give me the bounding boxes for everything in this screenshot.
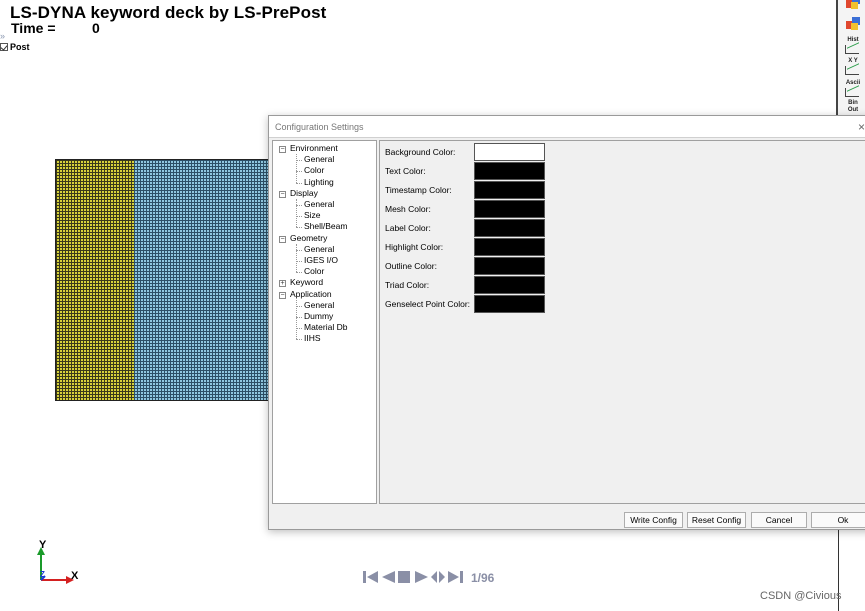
color-setting-label: Text Color: xyxy=(385,166,426,176)
color-setting-label: Outline Color: xyxy=(385,261,437,271)
z-axis-label: Z xyxy=(40,570,45,579)
stop-icon[interactable] xyxy=(396,569,412,585)
play-icon[interactable] xyxy=(413,569,429,585)
tree-connector xyxy=(296,154,297,183)
tree-connector xyxy=(296,243,297,273)
tree-item[interactable]: Dummy xyxy=(304,311,333,321)
color-setting-label: Label Color: xyxy=(385,223,431,233)
collapse-minus-icon[interactable]: − xyxy=(279,291,286,299)
tree-item[interactable]: IGES I/O xyxy=(304,255,338,265)
collapse-minus-icon[interactable]: − xyxy=(279,235,286,243)
reset-config-button[interactable]: Reset Config xyxy=(687,512,746,528)
tree-item[interactable]: Size xyxy=(304,210,321,220)
color-setting-label: Genselect Point Color: xyxy=(385,299,471,309)
history-chart-icon[interactable]: Hist xyxy=(843,37,863,55)
color-swatch-button[interactable] xyxy=(474,276,545,294)
mesh-part-left xyxy=(55,159,135,401)
last-frame-icon[interactable] xyxy=(446,569,464,585)
expand-plus-icon[interactable]: + xyxy=(279,280,286,288)
collapse-minus-icon[interactable]: − xyxy=(279,190,286,198)
tree-item[interactable]: General xyxy=(304,244,334,254)
frame-counter: 1/96 xyxy=(471,571,495,585)
settings-tree: − Environment General Color Lighting − Display… xyxy=(272,140,377,504)
color-swatch-button[interactable] xyxy=(474,219,545,237)
dialog-title: Configuration Settings xyxy=(275,122,364,132)
binout-label: Bin Out xyxy=(847,100,859,113)
tree-item[interactable]: Color xyxy=(304,165,324,175)
color-swatch-button[interactable] xyxy=(474,257,545,275)
tree-item[interactable]: General xyxy=(304,199,334,209)
cube-icon[interactable] xyxy=(843,16,863,34)
post-label: Post xyxy=(10,42,30,52)
tree-item[interactable]: Material Db xyxy=(304,322,347,332)
ascii-chart-icon[interactable]: Ascii xyxy=(843,80,863,98)
tree-connector xyxy=(296,299,297,340)
loop-icon[interactable] xyxy=(430,569,446,585)
color-setting-label: Background Color: xyxy=(385,147,456,157)
color-swatch-button[interactable] xyxy=(474,162,545,180)
previous-frame-icon[interactable] xyxy=(380,569,396,585)
tree-item[interactable]: Environment xyxy=(290,143,338,153)
tree-item[interactable]: Color xyxy=(304,266,324,276)
color-setting-label: Triad Color: xyxy=(385,280,430,290)
tree-connector xyxy=(296,339,302,341)
axis-triad: Y X Z xyxy=(33,539,83,586)
y-axis-label: Y xyxy=(39,539,47,551)
color-setting-label: Highlight Color: xyxy=(385,242,444,252)
time-value: 0 xyxy=(92,20,100,36)
model-title: LS-DYNA keyword deck by LS-PrePost xyxy=(10,3,327,22)
color-swatch-button[interactable] xyxy=(474,200,545,218)
color-swatch-button[interactable] xyxy=(474,238,545,256)
color-settings-panel: Background Color: Text Color: Timestamp Co… xyxy=(379,140,865,504)
time-label: Time = xyxy=(11,20,56,36)
ok-button[interactable]: Ok xyxy=(811,512,865,528)
tree-item[interactable]: IIHS xyxy=(304,333,321,343)
tree-item[interactable]: General xyxy=(304,154,334,164)
expand-chevron-icon[interactable]: » xyxy=(0,32,5,41)
tree-connector xyxy=(296,182,302,184)
tree-item[interactable]: Display xyxy=(290,188,318,198)
tree-item[interactable]: Lighting xyxy=(304,177,334,187)
close-icon[interactable]: × xyxy=(858,120,865,134)
xy-plot-icon[interactable]: X Y xyxy=(843,58,863,76)
first-frame-icon[interactable] xyxy=(362,569,380,585)
watermark: CSDN @Civious xyxy=(760,590,842,602)
color-swatch-button[interactable] xyxy=(474,295,545,313)
tree-connector xyxy=(296,227,302,229)
right-toolbar: Hist X Y Ascii Bin Out xyxy=(836,0,865,118)
mesh-part-right xyxy=(134,159,270,401)
post-toggle[interactable]: Post xyxy=(0,42,30,52)
time-readout: Time = 0 xyxy=(11,20,100,36)
tree-item[interactable]: General xyxy=(304,300,334,310)
post-checkbox[interactable] xyxy=(0,43,8,51)
tree-connector xyxy=(296,272,302,274)
tree-item[interactable]: Shell/Beam xyxy=(304,221,347,231)
tree-item[interactable]: Application xyxy=(290,289,332,299)
tree-item[interactable]: Keyword xyxy=(290,277,323,287)
tree-connector xyxy=(296,198,297,228)
color-swatch-button[interactable] xyxy=(474,143,545,161)
color-setting-label: Timestamp Color: xyxy=(385,185,452,195)
configuration-settings-dialog: Configuration Settings × − Environment Gen… xyxy=(268,115,865,530)
dialog-titlebar[interactable]: Configuration Settings × xyxy=(269,116,865,138)
color-swatch-button[interactable] xyxy=(474,181,545,199)
tree-item[interactable]: Geometry xyxy=(290,233,327,243)
collapse-minus-icon[interactable]: − xyxy=(279,146,286,153)
write-config-button[interactable]: Write Config xyxy=(624,512,683,528)
x-axis-label: X xyxy=(71,570,79,582)
color-setting-label: Mesh Color: xyxy=(385,204,431,214)
cancel-button[interactable]: Cancel xyxy=(751,512,807,528)
